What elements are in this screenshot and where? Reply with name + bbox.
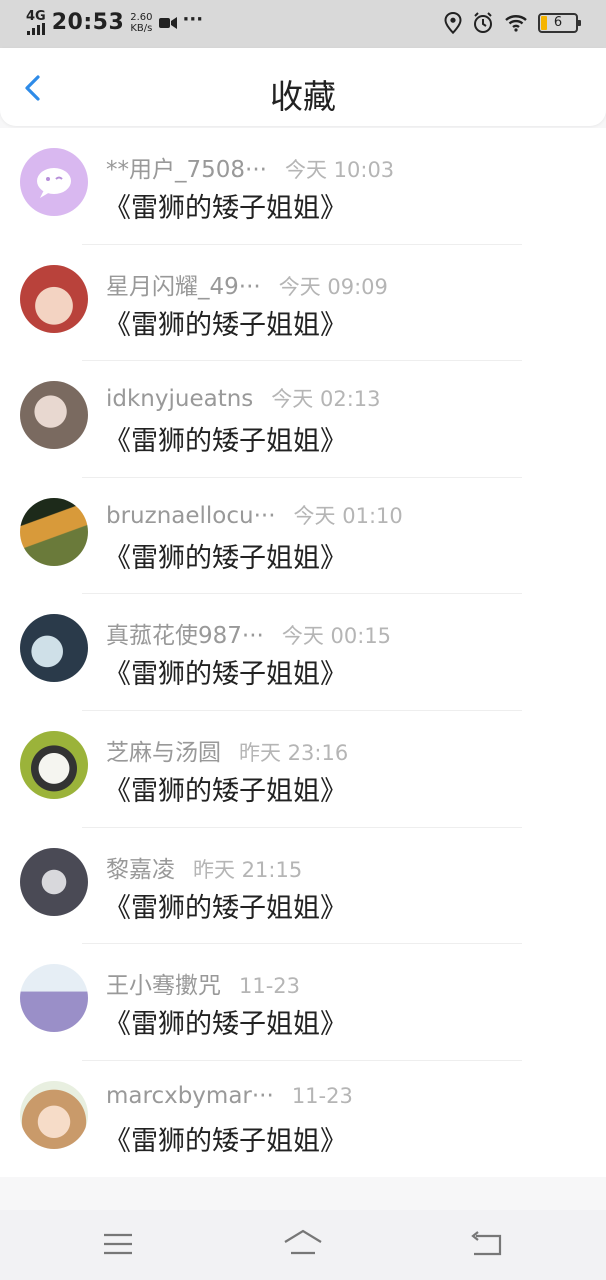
item-title[interactable]: 《雷狮的矮子姐姐》: [104, 536, 347, 575]
network-label: 4G: [26, 8, 46, 24]
avatar[interactable]: [20, 730, 88, 799]
menu-icon: [104, 1233, 132, 1255]
timestamp: 今天 00:15: [281, 624, 392, 649]
username[interactable]: 星月闪耀_49···: [106, 267, 261, 301]
username[interactable]: **用户_7508···: [106, 150, 267, 184]
page-title: 收藏: [270, 77, 336, 116]
list-item[interactable]: 真菰花使987··· 今天 00:15 《雷狮的矮子姐姐》: [0, 594, 606, 711]
item-title[interactable]: 《雷狮的矮子姐姐》: [104, 419, 347, 458]
item-title[interactable]: 《雷狮的矮子姐姐》: [104, 186, 347, 225]
home-button[interactable]: [283, 1226, 323, 1262]
app-header: 收藏: [0, 48, 606, 126]
avatar[interactable]: [20, 264, 88, 333]
list-item[interactable]: **用户_7508··· 今天 10:03 《雷狮的矮子姐姐》: [0, 128, 606, 245]
chat-bubble-icon: [37, 168, 71, 198]
timestamp: 今天 02:13: [271, 387, 381, 412]
avatar[interactable]: [20, 614, 88, 683]
username[interactable]: 王小骞擻咒: [106, 966, 221, 1000]
back-nav-button[interactable]: [466, 1226, 506, 1262]
timestamp: 今天 10:03: [284, 158, 395, 182]
system-nav-bar: [0, 1210, 606, 1280]
clock: 20:53: [51, 10, 125, 35]
avatar[interactable]: [20, 1080, 88, 1149]
item-title[interactable]: 《雷狮的矮子姐姐》: [104, 1119, 347, 1158]
avatar[interactable]: [20, 847, 88, 916]
avatar[interactable]: [20, 148, 88, 216]
list-item[interactable]: bruznaellocu··· 今天 01:10 《雷狮的矮子姐姐》: [0, 478, 606, 595]
list-item[interactable]: marcxbymar··· 11-23 《雷狮的矮子姐姐》: [0, 1061, 606, 1178]
location-icon: [444, 12, 462, 34]
item-title[interactable]: 《雷狮的矮子姐姐》: [104, 886, 347, 925]
timestamp: 今天 01:10: [293, 503, 403, 528]
list-item[interactable]: 芝麻与汤圆 昨天 23:16 《雷狮的矮子姐姐》: [0, 711, 606, 828]
wifi-icon: [505, 15, 527, 32]
back-icon: [471, 1231, 502, 1256]
timestamp: 11-23: [291, 1083, 353, 1108]
item-title[interactable]: 《雷狮的矮子姐姐》: [104, 769, 347, 808]
avatar[interactable]: [20, 964, 88, 1033]
timestamp: 今天 09:09: [278, 274, 388, 299]
username[interactable]: bruznaellocu···: [106, 503, 276, 529]
username[interactable]: 黎嘉凌: [106, 850, 175, 884]
timestamp: 昨天 23:16: [239, 740, 349, 765]
username[interactable]: 芝麻与汤圆: [106, 733, 221, 767]
avatar[interactable]: [20, 381, 88, 450]
network-speed: 2.60 KB/s: [130, 11, 153, 34]
username[interactable]: idknyjueatns: [106, 386, 253, 412]
list-item[interactable]: 王小骞擻咒 11-23 《雷狮的矮子姐姐》: [0, 944, 606, 1061]
more-dots: ···: [182, 9, 204, 30]
list-item[interactable]: 星月闪耀_49··· 今天 09:09 《雷狮的矮子姐姐》: [0, 245, 606, 362]
timestamp: 11-23: [239, 974, 301, 999]
signal-icon: 4G: [26, 8, 46, 35]
home-icon: [284, 1229, 322, 1255]
video-icon: [158, 16, 177, 29]
avatar[interactable]: [20, 497, 88, 566]
favorites-list: **用户_7508··· 今天 10:03 《雷狮的矮子姐姐》 星月闪耀_49·…: [0, 128, 606, 1178]
list-item[interactable]: idknyjueatns 今天 02:13 《雷狮的矮子姐姐》: [0, 361, 606, 478]
username[interactable]: 真菰花使987···: [106, 616, 264, 650]
item-title[interactable]: 《雷狮的矮子姐姐》: [104, 652, 347, 691]
alarm-icon: [474, 12, 492, 33]
item-title[interactable]: 《雷狮的矮子姐姐》: [104, 1002, 347, 1041]
status-bar: 4G 20:53 2.60 KB/s ··· 6: [0, 0, 606, 48]
item-title[interactable]: 《雷狮的矮子姐姐》: [104, 303, 347, 342]
menu-button[interactable]: [98, 1226, 138, 1262]
battery-icon: 6: [538, 13, 581, 33]
list-item[interactable]: 黎嘉凌 昨天 21:15 《雷狮的矮子姐姐》: [0, 828, 606, 945]
timestamp: 昨天 21:15: [193, 857, 303, 882]
username[interactable]: marcxbymar···: [106, 1083, 274, 1109]
